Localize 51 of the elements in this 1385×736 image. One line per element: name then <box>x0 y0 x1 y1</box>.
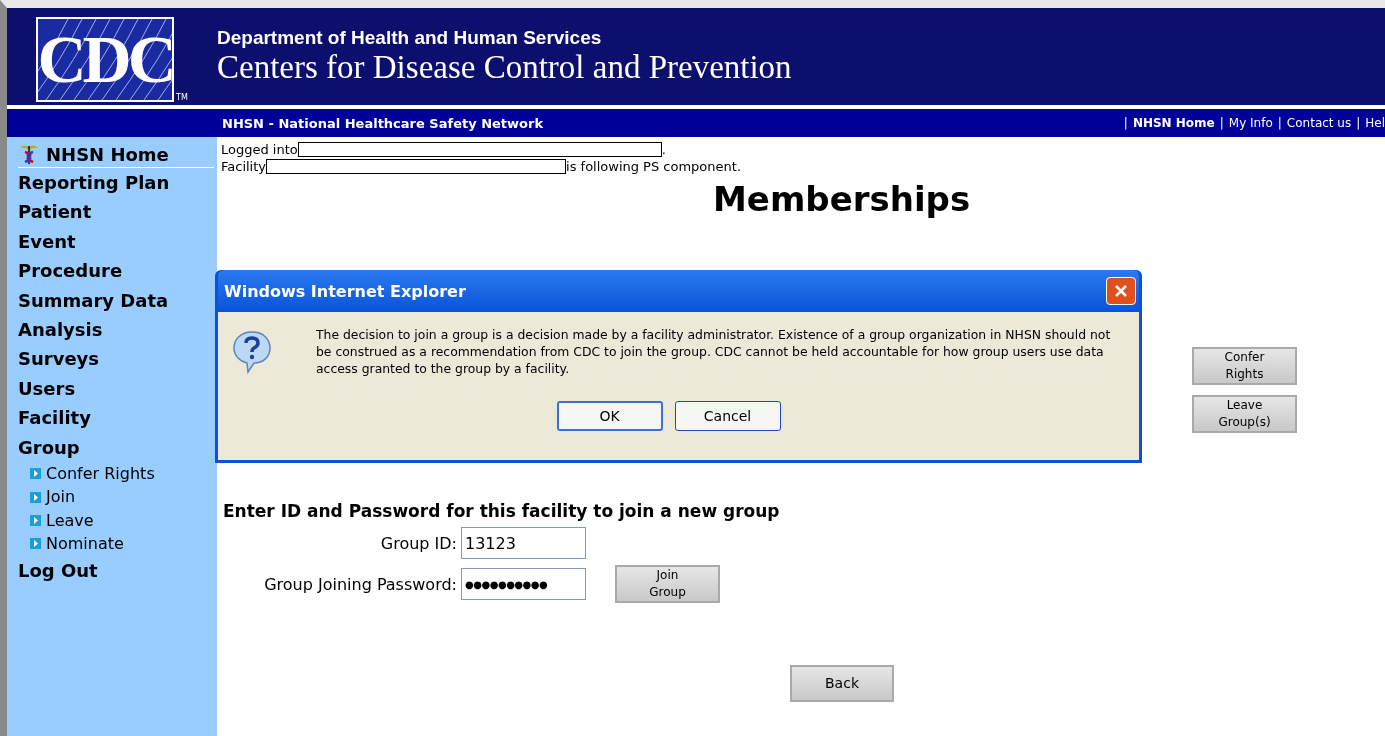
sidebar-subitem[interactable]: Nominate <box>18 532 217 556</box>
nav-link[interactable]: Hel <box>1365 116 1385 130</box>
nav-link[interactable]: NHSN Home <box>1132 116 1215 130</box>
sidebar-item[interactable]: Reporting Plan <box>18 168 217 198</box>
sidebar-item[interactable]: Event <box>18 226 217 257</box>
nav-link[interactable]: My Info <box>1228 116 1273 130</box>
department-name: Department of Health and Human Services <box>217 27 603 49</box>
caduceus-icon <box>18 143 40 165</box>
cdc-logo: CDC <box>36 17 175 102</box>
status-text: . <box>661 142 666 157</box>
join-group-button[interactable]: Join Group <box>615 565 720 603</box>
field-label: Group Joining Password: <box>263 574 458 594</box>
password-field[interactable]: ●●●●●●●●●● <box>461 568 586 600</box>
sidebar-item[interactable]: Users <box>18 373 217 404</box>
group-action-button[interactable]: Confer Rights <box>1192 347 1297 385</box>
sidebar-subitem[interactable]: Confer Rights <box>18 462 217 486</box>
sidebar-subitem[interactable]: Join <box>18 485 217 509</box>
back-button[interactable]: Back <box>790 665 894 702</box>
close-button[interactable] <box>1106 277 1136 305</box>
agency-name: Centers for Disease Control and Prevention <box>217 49 792 86</box>
dialog-title: Windows Internet Explorer <box>224 281 466 301</box>
sidebar-item[interactable]: Group <box>18 432 217 463</box>
link-separator: | <box>1277 116 1282 130</box>
close-icon <box>1113 283 1129 299</box>
sidebar-subitem[interactable]: Leave <box>18 508 217 533</box>
link-separator: | <box>1356 116 1361 130</box>
group-action-button[interactable]: Leave Group(s) <box>1192 395 1297 433</box>
field-label: Group ID: <box>379 533 458 553</box>
trademark: TM <box>176 93 188 102</box>
sidebar-item[interactable]: Surveys <box>18 344 217 374</box>
network-title: NHSN - National Healthcare Safety Network <box>222 115 544 131</box>
dialog-button[interactable]: OK <box>556 401 663 431</box>
status-text: Facility <box>221 159 267 174</box>
page-title: Memberships <box>713 179 971 219</box>
form-heading: Enter ID and Password for this facility to join a new group <box>223 501 781 521</box>
dialog-button[interactable]: Cancel <box>674 401 781 431</box>
nav-link[interactable]: Contact us <box>1286 116 1352 130</box>
group-id-field[interactable]: 13123 <box>461 527 586 559</box>
sidebar-item[interactable]: Summary Data <box>18 285 217 316</box>
home-link[interactable]: NHSN Home <box>18 143 214 168</box>
sidebar-item[interactable]: Facility <box>18 403 217 433</box>
dialog-message: The decision to join a group is a decision made by a facility administrator. Existence of a group organization in NHSN should not be construed as a recommendation from CDC to join the group. CDC cannot be held accountable for how group users use data access granted to the group by a facility. <box>316 326 1112 377</box>
link-separator: | <box>1123 116 1128 130</box>
link-separator: | <box>1219 116 1224 130</box>
sidebar-item[interactable]: Patient <box>18 197 217 227</box>
status-text: Logged into <box>221 142 298 157</box>
sidebar-item[interactable]: Procedure <box>18 256 217 286</box>
sidebar-item[interactable]: Log Out <box>18 555 217 586</box>
question-icon <box>232 330 272 374</box>
sidebar-item[interactable]: Analysis <box>18 315 217 345</box>
status-text: is following PS component. <box>566 159 742 174</box>
